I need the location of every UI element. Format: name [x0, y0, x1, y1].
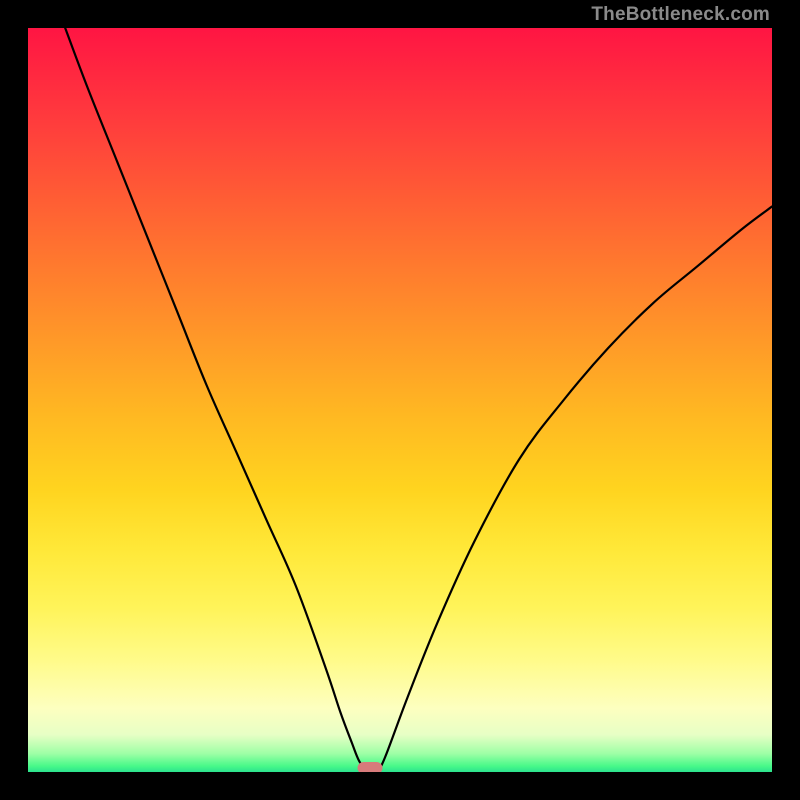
watermark-text: TheBottleneck.com	[591, 4, 770, 26]
plot-area	[28, 28, 772, 772]
bottleneck-curve	[28, 28, 772, 772]
outer-frame: TheBottleneck.com	[0, 0, 800, 800]
optimal-marker	[358, 762, 383, 772]
